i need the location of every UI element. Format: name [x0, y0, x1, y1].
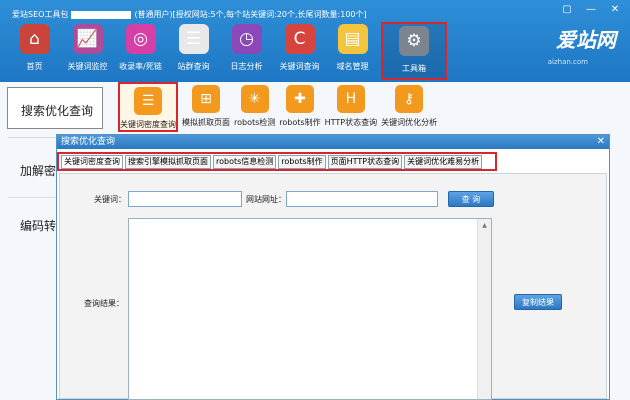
clock-icon: ◷	[231, 24, 262, 54]
sub-tool-label: robots制作	[279, 118, 321, 127]
close-button[interactable]: ✕	[608, 4, 622, 15]
menu-item-encode[interactable]: 编码转	[20, 217, 56, 234]
sub-tool-4[interactable]: H HTTP状态查询	[325, 82, 377, 132]
title-suffix: (普通用户)[授权网站:5个,每个站关键词:20个,长尾词数量:100个]	[134, 10, 367, 19]
file-plus-icon: ✚	[285, 85, 314, 113]
close-icon[interactable]: ✕	[597, 135, 605, 149]
dialog-title-text: 搜索优化查询	[61, 137, 116, 147]
site-url-input[interactable]	[286, 191, 438, 207]
home-icon: ⌂	[19, 24, 50, 54]
search-optimization-dialog: 搜索优化查询 ✕ 关键词密度查询 搜索引擎模拟抓取页面 robots信息检测 robo…	[56, 134, 610, 400]
target-icon: ◎	[125, 24, 156, 54]
tab-5[interactable]: 关键词优化难易分析	[404, 154, 483, 169]
toolbar-item-label: 站群查询	[177, 62, 210, 71]
toolbar-item-label: 日志分析	[230, 62, 263, 71]
tab-0[interactable]: 关键词密度查询	[61, 154, 123, 169]
brand-logo: 爱站网	[556, 28, 616, 52]
sub-tool-label: 关键词密度查询	[120, 120, 176, 129]
window-controls: ▢ — ✕	[560, 4, 622, 15]
toolbar-item-label: 域名管理	[336, 62, 369, 71]
maximize-button[interactable]: ▢	[560, 4, 574, 15]
query-button[interactable]: 查 询	[448, 191, 494, 207]
tab-1[interactable]: 搜索引擎模拟抓取页面	[125, 154, 211, 169]
toolbar-item-1[interactable]: 📈 关键词监控	[61, 22, 114, 80]
dialog-title: 搜索优化查询 ✕	[57, 135, 609, 149]
tab-4[interactable]: 页面HTTP状态查询	[327, 154, 403, 169]
sitemap-icon: ⊞	[192, 85, 220, 113]
toolbar-item-label: 关键词监控	[67, 62, 108, 71]
app-header: 爱站SEO工具包 (普通用户)[授权网站:5个,每个站关键词:20个,长尾词数量:…	[0, 0, 630, 82]
menu-item-search-optimization[interactable]: 搜索优化查询	[7, 87, 103, 129]
sub-tool-5[interactable]: ⚷ 关键词优化分析	[381, 82, 437, 132]
tab-3[interactable]: robots制作	[278, 154, 326, 169]
http-icon: H	[336, 85, 365, 113]
menu-item-encrypt[interactable]: 加解密	[20, 162, 56, 179]
result-textarea[interactable]: ▲	[128, 218, 492, 400]
sub-toolbar: ☰ 关键词密度查询 ⊞ 模拟抓取页面 ✳ robots检测 ✚ robots制作 H HTTP状态…	[118, 82, 441, 132]
toolbar-item-label: 收录率/死链	[119, 62, 162, 71]
scroll-up-icon[interactable]: ▲	[478, 219, 491, 233]
sub-tool-0[interactable]: ☰ 关键词密度查询	[118, 82, 178, 132]
search-c-icon: C	[284, 24, 315, 54]
sub-tool-1[interactable]: ⊞ 模拟抓取页面	[182, 82, 230, 132]
brand-domain: aizhan.com	[547, 58, 588, 66]
sub-tool-label: robots检测	[234, 118, 276, 127]
notes-icon: ▤	[337, 24, 368, 54]
toolbar-item-label: 工具箱	[402, 64, 426, 73]
toolbar-item-6[interactable]: ▤ 域名管理	[326, 22, 379, 80]
toolbar-item-2[interactable]: ◎ 收录率/死链	[114, 22, 167, 80]
window-title: 爱站SEO工具包 (普通用户)[授权网站:5个,每个站关键词:20个,长尾词数量:…	[12, 9, 367, 20]
sub-tool-label: HTTP状态查询	[324, 118, 378, 127]
list-icon: ☰	[134, 87, 162, 115]
vertical-scrollbar[interactable]: ▲	[477, 219, 491, 399]
result-label: 查询结果：	[84, 299, 124, 308]
toolbar-item-3[interactable]: ☰ 站群查询	[167, 22, 220, 80]
chart-icon: 📈	[72, 24, 103, 54]
sub-tool-label: 模拟抓取页面	[182, 118, 230, 127]
key-icon: ⚷	[395, 85, 424, 113]
dialog-tabs: 关键词密度查询 搜索引擎模拟抓取页面 robots信息检测 robots制作 页面HTT…	[57, 152, 497, 171]
sub-tool-label: 关键词优化分析	[381, 118, 438, 127]
toolbar-item-7[interactable]: ⚙ 工具箱	[381, 22, 447, 80]
main-toolbar: ⌂ 首页 📈 关键词监控 ◎ 收录率/死链 ☰ 站群查询 ◷ 日志分析 C 关键词查询 ▤ 域名管理 ⚙ 工具…	[8, 22, 447, 80]
copy-result-button[interactable]: 复制结果	[514, 294, 562, 310]
list-icon: ☰	[178, 24, 209, 54]
toolbar-item-0[interactable]: ⌂ 首页	[8, 22, 61, 80]
site-label: 网站网址：	[246, 195, 286, 204]
toolbar-item-4[interactable]: ◷ 日志分析	[220, 22, 273, 80]
tab-panel: 关键词： 网站网址： 查 询 查询结果： ▲ 复制结果	[59, 173, 607, 400]
tab-2[interactable]: robots信息检测	[213, 154, 277, 169]
keyword-label: 关键词：	[94, 195, 126, 204]
gear-icon: ⚙	[399, 26, 429, 56]
toolbar-item-5[interactable]: C 关键词查询	[273, 22, 326, 80]
spider-icon: ✳	[240, 85, 269, 113]
title-prefix: 爱站SEO工具包	[12, 10, 69, 19]
toolbar-item-label: 关键词查询	[279, 62, 320, 71]
redacted-block	[71, 10, 132, 19]
sub-tool-3[interactable]: ✚ robots制作	[279, 82, 321, 132]
minimize-button[interactable]: —	[584, 4, 598, 15]
sub-tool-2[interactable]: ✳ robots检测	[234, 82, 275, 132]
toolbar-item-label: 首页	[26, 62, 43, 71]
keyword-input[interactable]	[128, 191, 242, 207]
